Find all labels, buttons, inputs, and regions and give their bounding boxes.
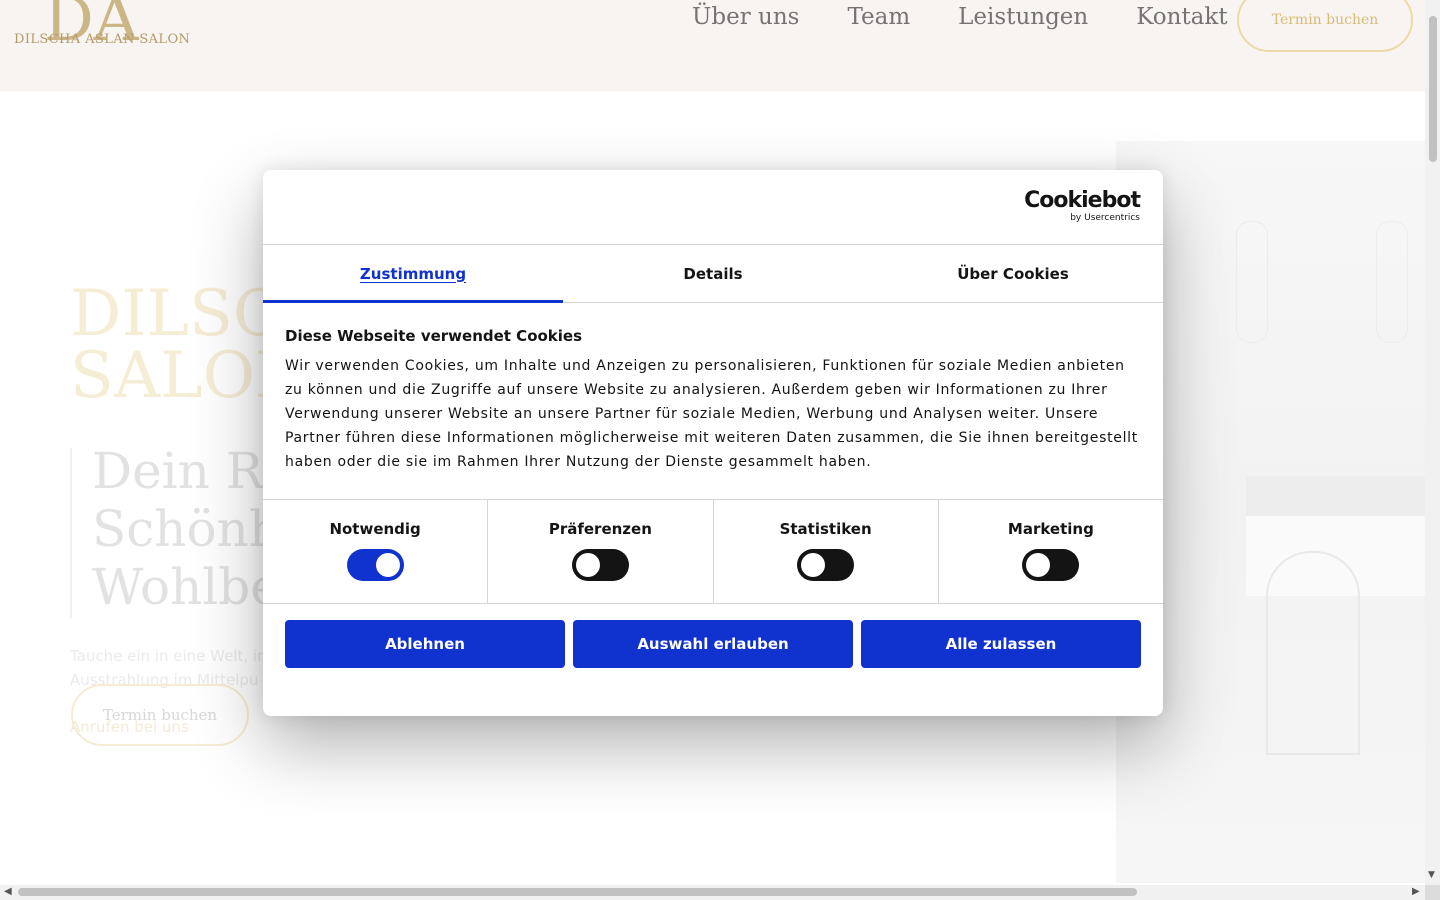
toggle-group-notwendig: Notwendig: [263, 500, 489, 603]
toggle-knob: [1026, 553, 1051, 577]
toggle-label-notwendig: Notwendig: [329, 520, 421, 538]
nav-link-ueber-uns[interactable]: Über uns: [692, 4, 799, 30]
toggle-group-praeferenzen: Präferenzen: [488, 500, 714, 603]
horizontal-scrollbar[interactable]: ◀ ▶: [0, 885, 1425, 900]
toggle-notwendig[interactable]: [346, 549, 404, 581]
vertical-scroll-thumb[interactable]: [1429, 16, 1437, 162]
photo-lamp: [1376, 221, 1408, 343]
hero-book-button[interactable]: Termin buchen: [71, 684, 249, 746]
scroll-left-arrow-icon[interactable]: ◀: [4, 886, 12, 897]
toggle-marketing[interactable]: [1022, 549, 1080, 581]
scrollbar-corner: [1425, 885, 1440, 900]
toggle-knob: [801, 553, 826, 577]
hero-call-link[interactable]: Anrufen bei uns: [70, 718, 189, 736]
photo-lamp: [1236, 221, 1268, 343]
toggle-label-statistiken: Statistiken: [779, 520, 872, 538]
dialog-description: Wir verwenden Cookies, um Inhalte und An…: [285, 358, 1138, 470]
cookiebot-logo-subtext: by Usercentrics: [1070, 213, 1140, 223]
scroll-right-arrow-icon[interactable]: ▶: [1412, 886, 1420, 897]
toggle-knob: [375, 553, 400, 577]
allow-all-button[interactable]: Alle zulassen: [861, 620, 1141, 668]
main-nav: Über uns Team Leistungen Kontakt: [692, 4, 1228, 30]
tab-zustimmung[interactable]: Zustimmung: [263, 245, 563, 303]
nav-link-leistungen[interactable]: Leistungen: [958, 4, 1088, 30]
toggle-praeferenzen[interactable]: [571, 549, 629, 581]
photo-shelf: [1246, 476, 1425, 516]
nav-link-team[interactable]: Team: [847, 4, 910, 30]
tab-ueber-cookies[interactable]: Über Cookies: [863, 245, 1163, 302]
nav-link-kontakt[interactable]: Kontakt: [1136, 4, 1227, 30]
scroll-down-arrow-icon[interactable]: ▼: [1428, 870, 1435, 880]
horizontal-scroll-thumb[interactable]: [18, 888, 1137, 896]
reject-button[interactable]: Ablehnen: [285, 620, 565, 668]
dialog-body: Diese Webseite verwendet Cookies Wir ver…: [263, 303, 1163, 500]
toggle-group-marketing: Marketing: [939, 500, 1163, 603]
toggle-group-statistiken: Statistiken: [714, 500, 939, 603]
toggle-label-marketing: Marketing: [1007, 520, 1094, 538]
dialog-heading: Diese Webseite verwendet Cookies: [285, 327, 583, 345]
cookiebot-logo[interactable]: Cookiebot by Usercentrics: [1024, 188, 1141, 224]
toggle-statistiken[interactable]: [797, 549, 855, 581]
site-logo[interactable]: DA DILSCHA ASLAN SALON: [14, 0, 190, 68]
dialog-header: Cookiebot by Usercentrics: [263, 170, 1163, 245]
hero-divider: [70, 448, 72, 618]
consent-toggles: Notwendig Präferenzen Statistiken Market…: [263, 500, 1163, 604]
tab-details[interactable]: Details: [563, 245, 863, 302]
photo-arch: [1266, 551, 1360, 755]
toggle-knob: [575, 553, 600, 577]
vertical-scrollbar[interactable]: ▼: [1425, 0, 1440, 885]
cookie-consent-dialog: Cookiebot by Usercentrics Zustimmung Det…: [263, 170, 1163, 716]
site-header: DA DILSCHA ASLAN SALON Über uns Team Lei…: [0, 0, 1425, 91]
allow-selection-button[interactable]: Auswahl erlauben: [573, 620, 853, 668]
cookiebot-logo-text: Cookiebot: [1024, 188, 1141, 213]
logo-text: DILSCHA ASLAN SALON: [14, 32, 191, 47]
dialog-tabs: Zustimmung Details Über Cookies: [263, 245, 1163, 303]
header-book-button[interactable]: Termin buchen: [1237, 0, 1413, 52]
toggle-label-praeferenzen: Präferenzen: [548, 520, 652, 538]
dialog-actions: Ablehnen Auswahl erlauben Alle zulassen: [263, 604, 1163, 668]
